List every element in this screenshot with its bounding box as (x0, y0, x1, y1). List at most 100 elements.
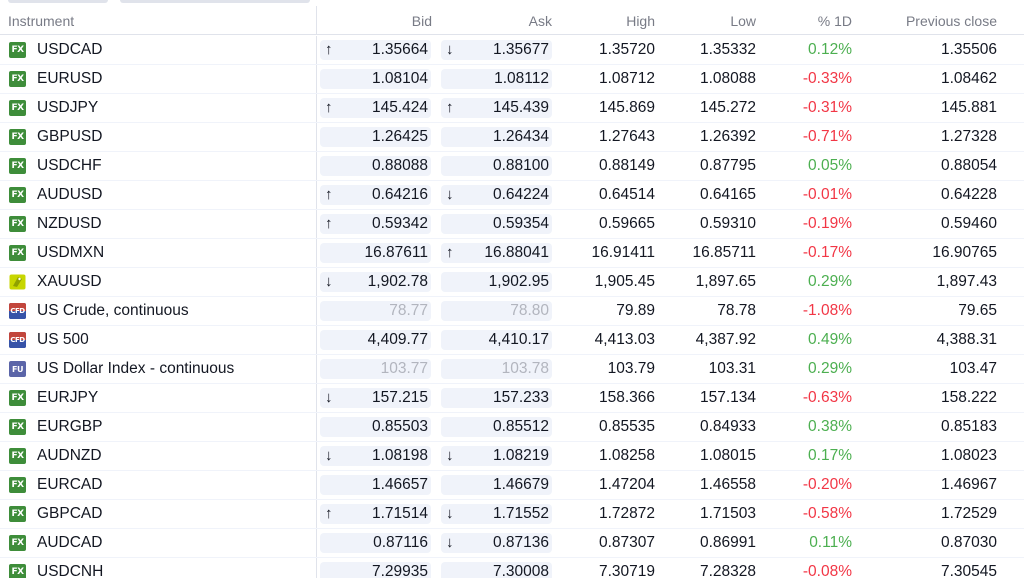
table-row[interactable]: CFD US 500 4,409.77 4,410.17 4,413.03 4,387.9… (0, 326, 1024, 355)
column-divider[interactable] (316, 6, 317, 35)
bid-price-cell[interactable]: ↑ 0.59342 (320, 214, 431, 234)
instrument-name[interactable]: GBPUSD (37, 128, 102, 146)
top-tab-segment[interactable] (120, 0, 310, 3)
instrument-name[interactable]: USDMXN (37, 244, 104, 262)
fx-badge-icon: FX (9, 100, 26, 116)
fx-badge-icon: FX (9, 564, 26, 578)
table-row[interactable]: FX NZDUSD ↑ 0.59342 0.59354 0.59665 0.59310 -0.… (0, 210, 1024, 239)
ask-price-cell[interactable]: ↑ 16.88041 (441, 243, 552, 263)
table-row[interactable]: FX EURCAD 1.46657 1.46679 1.47204 1.46558 -0.2… (0, 471, 1024, 500)
high-value: 103.79 (607, 360, 655, 377)
header-instrument[interactable]: Instrument (8, 13, 74, 29)
instrument-name[interactable]: USDJPY (37, 99, 98, 117)
table-row[interactable]: FX EURGBP 0.85503 0.85512 0.85535 0.84933 0.38… (0, 413, 1024, 442)
table-row[interactable]: FX USDJPY ↑ 145.424 ↑ 145.439 145.869 145.272 -0… (0, 94, 1024, 123)
bid-price-cell[interactable]: 0.88088 (320, 156, 431, 176)
high-value: 79.89 (616, 302, 655, 319)
bid-price-cell[interactable]: ↑ 0.64216 (320, 185, 431, 205)
low-value: 0.64165 (699, 186, 756, 203)
bid-price-cell[interactable]: 7.29935 (320, 562, 431, 578)
instrument-name[interactable]: US Crude, continuous (37, 302, 189, 320)
instrument-name[interactable]: NZDUSD (37, 215, 102, 233)
bid-value: 7.29935 (371, 563, 428, 578)
bid-price-cell[interactable]: 0.85503 (320, 417, 431, 437)
instrument-name[interactable]: USDCAD (37, 41, 102, 59)
table-row[interactable]: FX USDCNH 7.29935 7.30008 7.30719 7.28328 -0.0… (0, 558, 1024, 578)
bid-price-cell[interactable]: 16.87611 (320, 243, 431, 263)
table-row[interactable]: FX EURUSD 1.08104 1.08112 1.08712 1.08088 -0.3… (0, 65, 1024, 94)
high-value: 1.08258 (598, 447, 655, 464)
instrument-name[interactable]: EURCAD (37, 476, 102, 494)
ask-price-cell[interactable]: ↓ 1.71552 (441, 504, 552, 524)
top-tab-segment[interactable] (8, 0, 108, 3)
ask-price-cell[interactable]: ↓ 0.64224 (441, 185, 552, 205)
ask-price-cell[interactable]: 1.08112 (441, 69, 552, 89)
header-low[interactable]: Low (730, 13, 756, 29)
low-value: 7.28328 (699, 563, 756, 578)
ask-price-cell[interactable]: ↓ 1.35677 (441, 40, 552, 60)
instrument-name[interactable]: AUDCAD (37, 534, 102, 552)
bid-price-cell[interactable]: 78.77 (320, 301, 431, 321)
bid-price-cell[interactable]: ↓ 1,902.78 (320, 272, 431, 292)
low-value: 1.08088 (699, 70, 756, 87)
ask-price-cell[interactable]: 7.30008 (441, 562, 552, 578)
low-value: 78.78 (717, 302, 756, 319)
table-row[interactable]: FU US Dollar Index - continuous 103.77 103.… (0, 355, 1024, 384)
header-bid[interactable]: Bid (412, 13, 432, 29)
ask-price-cell[interactable]: 1,902.95 (441, 272, 552, 292)
bid-price-cell[interactable]: 103.77 (320, 359, 431, 379)
column-divider (316, 36, 317, 64)
table-row[interactable]: FX USDMXN 16.87611 ↑ 16.88041 16.91411 16.8571… (0, 239, 1024, 268)
table-row[interactable]: FX USDCAD ↑ 1.35664 ↓ 1.35677 1.35720 1.35332 0.… (0, 36, 1024, 65)
ask-price-cell[interactable]: ↓ 0.87136 (441, 533, 552, 553)
ask-price-cell[interactable]: 157.233 (441, 388, 552, 408)
ask-price-cell[interactable]: 0.59354 (441, 214, 552, 234)
ask-price-cell[interactable]: 4,410.17 (441, 330, 552, 350)
ask-price-cell[interactable]: ↑ 145.439 (441, 98, 552, 118)
table-row[interactable]: FX AUDCAD 0.87116 ↓ 0.87136 0.87307 0.86991 0.1… (0, 529, 1024, 558)
instrument-name[interactable]: EURJPY (37, 389, 98, 407)
instrument-name[interactable]: USDCNH (37, 563, 103, 578)
ask-price-cell[interactable]: 0.85512 (441, 417, 552, 437)
table-row[interactable]: FX GBPCAD ↑ 1.71514 ↓ 1.71552 1.72872 1.71503 -0… (0, 500, 1024, 529)
bid-price-cell[interactable]: 1.08104 (320, 69, 431, 89)
instrument-name[interactable]: EURUSD (37, 70, 102, 88)
table-row[interactable]: FX GBPUSD 1.26425 1.26434 1.27643 1.26392 -0.7… (0, 123, 1024, 152)
bid-value: 1.08198 (371, 447, 428, 464)
bid-price-cell[interactable]: ↑ 145.424 (320, 98, 431, 118)
table-row[interactable]: FX AUDNZD ↓ 1.08198 ↓ 1.08219 1.08258 1.08015 0.… (0, 442, 1024, 471)
bid-price-cell[interactable]: 1.46657 (320, 475, 431, 495)
instrument-name[interactable]: US 500 (37, 331, 89, 349)
header-high[interactable]: High (626, 13, 655, 29)
instrument-name[interactable]: EURGBP (37, 418, 102, 436)
header-change-pct[interactable]: % 1D (818, 13, 852, 29)
instrument-name[interactable]: USDCHF (37, 157, 102, 175)
instrument-name[interactable]: AUDUSD (37, 186, 102, 204)
bid-price-cell[interactable]: ↓ 157.215 (320, 388, 431, 408)
instrument-name[interactable]: GBPCAD (37, 505, 102, 523)
instrument-name[interactable]: AUDNZD (37, 447, 102, 465)
bid-price-cell[interactable]: ↑ 1.71514 (320, 504, 431, 524)
bid-price-cell[interactable]: ↑ 1.35664 (320, 40, 431, 60)
instrument-name[interactable]: XAUUSD (37, 273, 102, 291)
arrow-up-icon: ↑ (325, 41, 333, 58)
header-previous-close[interactable]: Previous close (906, 13, 997, 29)
ask-price-cell[interactable]: 1.26434 (441, 127, 552, 147)
table-row[interactable]: CFD US Crude, continuous 78.77 78.80 79.89 78… (0, 297, 1024, 326)
table-row[interactable]: FX USDCHF 0.88088 0.88100 0.88149 0.87795 0.05… (0, 152, 1024, 181)
header-ask[interactable]: Ask (529, 13, 552, 29)
bid-price-cell[interactable]: 4,409.77 (320, 330, 431, 350)
bid-price-cell[interactable]: 1.26425 (320, 127, 431, 147)
ask-price-cell[interactable]: 103.78 (441, 359, 552, 379)
ask-price-cell[interactable]: 78.80 (441, 301, 552, 321)
ask-price-cell[interactable]: 1.46679 (441, 475, 552, 495)
table-row[interactable]: XAUUSD ↓ 1,902.78 1,902.95 1,905.45 1,897.65 0… (0, 268, 1024, 297)
cfd-badge-icon: CFD (9, 332, 26, 348)
bid-price-cell[interactable]: ↓ 1.08198 (320, 446, 431, 466)
ask-price-cell[interactable]: ↓ 1.08219 (441, 446, 552, 466)
table-row[interactable]: FX EURJPY ↓ 157.215 157.233 158.366 157.134 -0.… (0, 384, 1024, 413)
bid-price-cell[interactable]: 0.87116 (320, 533, 431, 553)
table-row[interactable]: FX AUDUSD ↑ 0.64216 ↓ 0.64224 0.64514 0.64165 -0… (0, 181, 1024, 210)
instrument-name[interactable]: US Dollar Index - continuous (37, 360, 234, 378)
ask-price-cell[interactable]: 0.88100 (441, 156, 552, 176)
